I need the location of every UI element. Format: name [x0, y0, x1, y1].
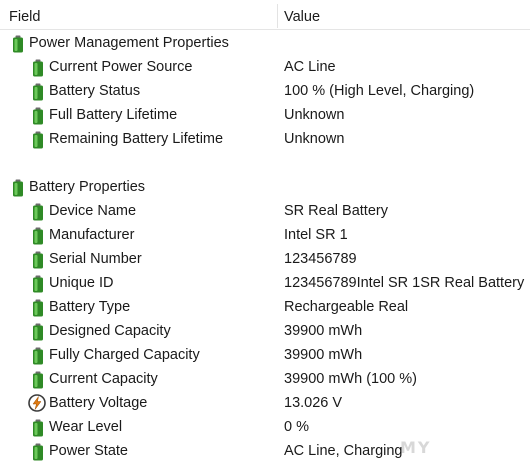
field-label: Battery Properties [29, 179, 146, 195]
field-label: Current Capacity [49, 371, 158, 387]
field-value: Unknown [284, 107, 345, 123]
battery-icon [32, 419, 44, 437]
field-label: Designed Capacity [49, 323, 171, 339]
battery-icon [32, 443, 44, 461]
battery-icon [32, 131, 44, 149]
property-row[interactable]: Unique ID 123456789Intel SR 1SR Real Batt… [0, 271, 530, 295]
battery-icon [12, 179, 24, 197]
battery-icon [32, 299, 44, 317]
group-header[interactable]: Battery Properties [0, 175, 530, 199]
property-list: Power Management Properties Current Power… [0, 0, 530, 466]
battery-icon [32, 251, 44, 269]
property-row[interactable]: Designed Capacity 39900 mWh [0, 319, 530, 343]
field-value: AC Line [284, 59, 336, 75]
battery-icon [32, 83, 44, 101]
field-label: Remaining Battery Lifetime [49, 131, 224, 147]
field-value: 39900 mWh (100 %) [284, 371, 417, 387]
voltage-icon [28, 394, 46, 412]
field-value: 123456789Intel SR 1SR Real Battery [284, 275, 525, 291]
field-value: Intel SR 1 [284, 227, 348, 243]
field-label: Unique ID [49, 275, 114, 291]
field-value: Unknown [284, 131, 345, 147]
property-row[interactable]: Power State AC Line, Charging [0, 439, 530, 463]
field-label: Power Management Properties [29, 35, 229, 51]
battery-icon [32, 275, 44, 293]
field-label: Current Power Source [49, 59, 193, 75]
field-label: Battery Status [49, 83, 141, 99]
field-label: Manufacturer [49, 227, 135, 243]
group-header[interactable]: Power Management Properties [0, 31, 530, 55]
field-value: SR Real Battery [284, 203, 388, 219]
field-value: 39900 mWh [284, 347, 363, 363]
property-row[interactable]: Current Capacity 39900 mWh (100 %) [0, 367, 530, 391]
field-value: 39900 mWh [284, 323, 363, 339]
property-row[interactable]: Remaining Battery Lifetime Unknown [0, 127, 530, 151]
battery-icon [32, 371, 44, 389]
property-row[interactable]: Fully Charged Capacity 39900 mWh [0, 343, 530, 367]
field-value: 123456789 [284, 251, 357, 267]
field-value: 0 % [284, 419, 309, 435]
field-label: Serial Number [49, 251, 142, 267]
battery-icon [12, 35, 24, 53]
field-value: Rechargeable Real [284, 299, 409, 315]
field-label: Full Battery Lifetime [49, 107, 178, 123]
battery-icon [32, 59, 44, 77]
battery-icon [32, 107, 44, 125]
field-label: Wear Level [49, 419, 123, 435]
battery-icon [32, 347, 44, 365]
property-row[interactable]: Wear Level 0 % [0, 415, 530, 439]
field-label: Battery Type [49, 299, 131, 315]
property-row[interactable]: Serial Number 123456789 [0, 247, 530, 271]
watermark: MY [400, 438, 432, 457]
field-label: Power State [49, 443, 128, 459]
field-value: 13.026 V [284, 395, 343, 411]
field-value: AC Line, Charging [284, 443, 403, 459]
property-row[interactable]: Current Power Source AC Line [0, 55, 530, 79]
property-row[interactable]: Battery Voltage 13.026 V [0, 391, 530, 415]
battery-icon [32, 323, 44, 341]
battery-icon [32, 227, 44, 245]
property-row[interactable]: Manufacturer Intel SR 1 [0, 223, 530, 247]
property-row[interactable]: Device Name SR Real Battery [0, 199, 530, 223]
property-row[interactable]: Battery Status 100 % (High Level, Chargin… [0, 79, 530, 103]
battery-icon [32, 203, 44, 221]
field-label: Device Name [49, 203, 137, 219]
property-row[interactable]: Full Battery Lifetime Unknown [0, 103, 530, 127]
field-label: Battery Voltage [49, 395, 148, 411]
field-value: 100 % (High Level, Charging) [284, 83, 475, 99]
field-label: Fully Charged Capacity [49, 347, 200, 363]
property-row[interactable]: Battery Type Rechargeable Real [0, 295, 530, 319]
